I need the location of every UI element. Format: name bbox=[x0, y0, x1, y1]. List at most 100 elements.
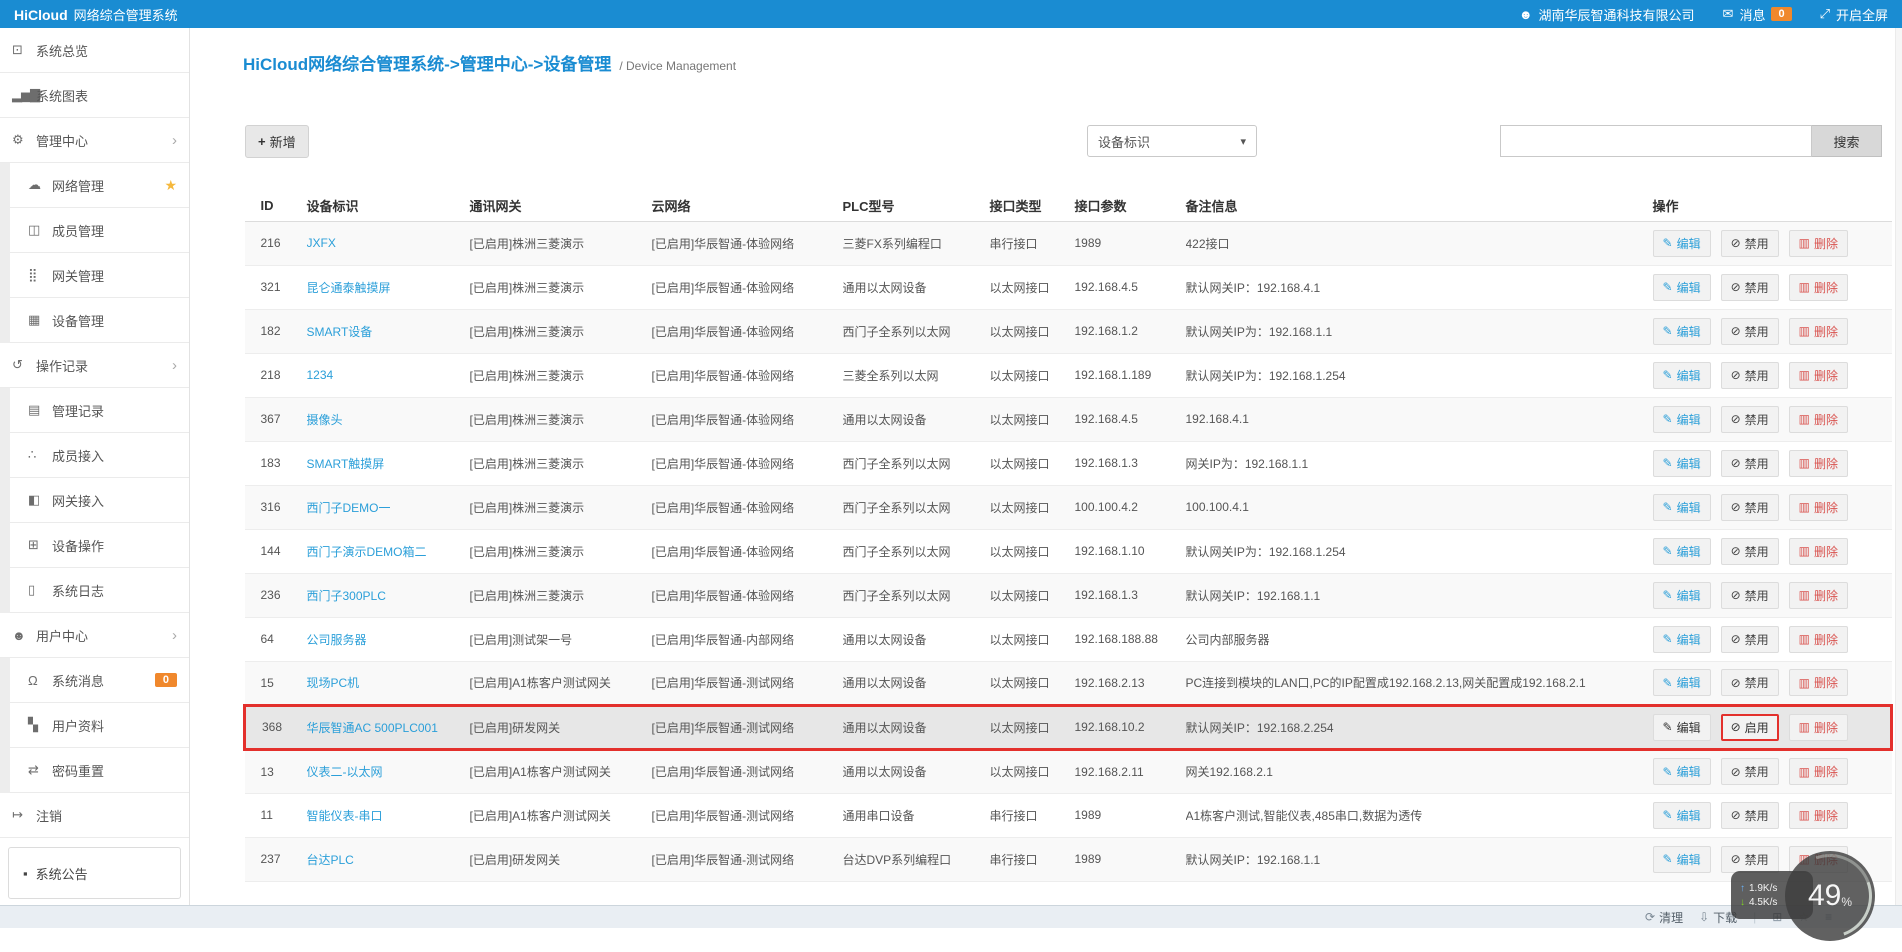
delete-button[interactable]: ▥删除 bbox=[1789, 362, 1848, 389]
device-row-321[interactable]: 321 昆仑通泰触摸屏 [已启用]株洲三菱演示 [已启用]华辰智通-体验网络 通… bbox=[245, 265, 1892, 309]
edit-button[interactable]: ✎编辑 bbox=[1653, 758, 1711, 785]
device-link[interactable]: 1234 bbox=[307, 368, 334, 382]
device-row-11[interactable]: 11 智能仪表-串口 [已启用]A1栋客户测试网关 [已启用]华辰智通-测试网络… bbox=[245, 793, 1892, 837]
sidebar-item-9[interactable]: ∴ 成员接入 bbox=[10, 433, 189, 478]
device-link[interactable]: 现场PC机 bbox=[307, 676, 360, 690]
disable-button[interactable]: ⊘禁用 bbox=[1721, 318, 1779, 345]
disable-button[interactable]: ⊘禁用 bbox=[1721, 538, 1779, 565]
device-row-144[interactable]: 144 西门子演示DEMO箱二 [已启用]株洲三菱演示 [已启用]华辰智通-体验… bbox=[245, 529, 1892, 573]
device-link[interactable]: SMART触摸屏 bbox=[307, 457, 385, 471]
sidebar-item-4[interactable]: ◫ 成员管理 bbox=[10, 208, 189, 253]
edit-button[interactable]: ✎编辑 bbox=[1653, 802, 1711, 829]
device-link[interactable]: 西门子DEMO一 bbox=[307, 501, 391, 515]
enable-button[interactable]: ⊘启用 bbox=[1721, 714, 1779, 741]
device-row-64[interactable]: 64 公司服务器 [已启用]测试架一号 [已启用]华辰智通-内部网络 通用以太网… bbox=[245, 617, 1892, 661]
device-link[interactable]: JXFX bbox=[307, 236, 336, 250]
sidebar-item-10[interactable]: ◧ 网关接入 bbox=[10, 478, 189, 523]
filter-field-select[interactable]: 设备标识 ▾ bbox=[1087, 125, 1257, 157]
disable-button[interactable]: ⊘禁用 bbox=[1721, 582, 1779, 609]
delete-button[interactable]: ▥删除 bbox=[1789, 494, 1848, 521]
edit-button[interactable]: ✎编辑 bbox=[1653, 362, 1711, 389]
sidebar-item-7[interactable]: ↺ 操作记录 › bbox=[0, 343, 189, 388]
clean-button[interactable]: ⟳ 清理 bbox=[1645, 909, 1683, 926]
device-row-316[interactable]: 316 西门子DEMO一 [已启用]株洲三菱演示 [已启用]华辰智通-体验网络 … bbox=[245, 485, 1892, 529]
sidebar-item-16[interactable]: ⇄ 密码重置 bbox=[10, 748, 189, 793]
delete-button[interactable]: ▥删除 bbox=[1789, 318, 1848, 345]
device-link[interactable]: 仪表二-以太网 bbox=[307, 765, 383, 779]
edit-button[interactable]: ✎编辑 bbox=[1653, 406, 1711, 433]
device-link[interactable]: 公司服务器 bbox=[307, 633, 367, 647]
disable-button[interactable]: ⊘禁用 bbox=[1721, 802, 1779, 829]
device-link[interactable]: 昆仑通泰触摸屏 bbox=[307, 281, 391, 295]
edit-button[interactable]: ✎编辑 bbox=[1653, 538, 1711, 565]
sidebar-item-17[interactable]: ↦ 注销 bbox=[0, 793, 189, 838]
fullscreen-button[interactable]: ⤢ 开启全屏 bbox=[1820, 5, 1888, 24]
sidebar-item-0[interactable]: ⊡ 系统总览 bbox=[0, 28, 189, 73]
sidebar-item-8[interactable]: ▤ 管理记录 bbox=[10, 388, 189, 433]
disable-button[interactable]: ⊘禁用 bbox=[1721, 669, 1779, 696]
edit-button[interactable]: ✎编辑 bbox=[1653, 626, 1711, 653]
device-row-216[interactable]: 216 JXFX [已启用]株洲三菱演示 [已启用]华辰智通-体验网络 三菱FX… bbox=[245, 221, 1892, 265]
disable-button[interactable]: ⊘禁用 bbox=[1721, 230, 1779, 257]
delete-button[interactable]: ▥删除 bbox=[1789, 758, 1848, 785]
sidebar-item-15[interactable]: ▚ 用户资料 bbox=[10, 703, 189, 748]
delete-button[interactable]: ▥删除 bbox=[1789, 626, 1848, 653]
device-row-182[interactable]: 182 SMART设备 [已启用]株洲三菱演示 [已启用]华辰智通-体验网络 西… bbox=[245, 309, 1892, 353]
delete-button[interactable]: ▥删除 bbox=[1789, 406, 1848, 433]
sidebar-item-11[interactable]: ⊞ 设备操作 bbox=[10, 523, 189, 568]
delete-button[interactable]: ▥删除 bbox=[1789, 274, 1848, 301]
edit-button[interactable]: ✎编辑 bbox=[1653, 846, 1711, 873]
disable-button[interactable]: ⊘禁用 bbox=[1721, 758, 1779, 785]
device-link[interactable]: 西门子300PLC bbox=[307, 589, 386, 603]
edit-button[interactable]: ✎编辑 bbox=[1653, 494, 1711, 521]
scrollbar-track[interactable] bbox=[1895, 28, 1902, 905]
sidebar-item-6[interactable]: ▦ 设备管理 bbox=[10, 298, 189, 343]
device-row-367[interactable]: 367 摄像头 [已启用]株洲三菱演示 [已启用]华辰智通-体验网络 通用以太网… bbox=[245, 397, 1892, 441]
edit-button[interactable]: ✎编辑 bbox=[1653, 318, 1711, 345]
delete-button[interactable]: ▥删除 bbox=[1789, 714, 1848, 741]
sidebar-item-14[interactable]: Ω 系统消息 0 bbox=[10, 658, 189, 703]
edit-button[interactable]: ✎编辑 bbox=[1653, 450, 1711, 477]
disable-button[interactable]: ⊘禁用 bbox=[1721, 274, 1779, 301]
device-row-218[interactable]: 218 1234 [已启用]株洲三菱演示 [已启用]华辰智通-体验网络 三菱全系… bbox=[245, 353, 1892, 397]
disable-button[interactable]: ⊘禁用 bbox=[1721, 846, 1779, 873]
edit-button[interactable]: ✎编辑 bbox=[1653, 230, 1711, 257]
device-link[interactable]: 智能仪表-串口 bbox=[307, 809, 383, 823]
device-row-368[interactable]: 368 华辰智通AC 500PLC001 [已启用]研发网关 [已启用]华辰智通… bbox=[245, 705, 1892, 749]
search-input[interactable] bbox=[1500, 125, 1812, 157]
sidebar-item-1[interactable]: ▂▅▇ 系统图表 bbox=[0, 73, 189, 118]
disable-button[interactable]: ⊘禁用 bbox=[1721, 362, 1779, 389]
search-button[interactable]: 搜索 bbox=[1812, 125, 1882, 157]
disable-button[interactable]: ⊘禁用 bbox=[1721, 450, 1779, 477]
delete-button[interactable]: ▥删除 bbox=[1789, 538, 1848, 565]
delete-button[interactable]: ▥删除 bbox=[1789, 230, 1848, 257]
device-link[interactable]: SMART设备 bbox=[307, 325, 373, 339]
edit-button[interactable]: ✎编辑 bbox=[1653, 582, 1711, 609]
delete-button[interactable]: ▥删除 bbox=[1789, 802, 1848, 829]
device-link[interactable]: 西门子演示DEMO箱二 bbox=[307, 545, 427, 559]
sidebar-item-announcements[interactable]: ▪ 系统公告 bbox=[8, 847, 181, 899]
sidebar-item-3[interactable]: ☁ 网络管理 ★ bbox=[10, 163, 189, 208]
sidebar-item-12[interactable]: ▯ 系统日志 bbox=[10, 568, 189, 613]
device-row-13[interactable]: 13 仪表二-以太网 [已启用]A1栋客户测试网关 [已启用]华辰智通-测试网络… bbox=[245, 749, 1892, 793]
delete-button[interactable]: ▥删除 bbox=[1789, 450, 1848, 477]
disable-button[interactable]: ⊘禁用 bbox=[1721, 626, 1779, 653]
delete-button[interactable]: ▥删除 bbox=[1789, 669, 1848, 696]
device-link[interactable]: 台达PLC bbox=[307, 853, 354, 867]
device-link[interactable]: 华辰智通AC 500PLC001 bbox=[307, 721, 438, 735]
edit-button[interactable]: ✎编辑 bbox=[1653, 714, 1711, 741]
sidebar-item-2[interactable]: ⚙ 管理中心 › bbox=[0, 118, 189, 163]
device-link[interactable]: 摄像头 bbox=[307, 413, 343, 427]
device-row-15[interactable]: 15 现场PC机 [已启用]A1栋客户测试网关 [已启用]华辰智通-测试网络 通… bbox=[245, 661, 1892, 705]
edit-button[interactable]: ✎编辑 bbox=[1653, 274, 1711, 301]
device-row-237[interactable]: 237 台达PLC [已启用]研发网关 [已启用]华辰智通-测试网络 台达DVP… bbox=[245, 837, 1892, 881]
add-device-button[interactable]: + 新增 bbox=[245, 125, 309, 158]
disable-button[interactable]: ⊘禁用 bbox=[1721, 494, 1779, 521]
edit-button[interactable]: ✎编辑 bbox=[1653, 669, 1711, 696]
disable-button[interactable]: ⊘禁用 bbox=[1721, 406, 1779, 433]
messages-menu[interactable]: ✉ 消息 0 bbox=[1723, 5, 1792, 24]
sidebar-item-5[interactable]: ⣿ 网关管理 bbox=[10, 253, 189, 298]
device-row-236[interactable]: 236 西门子300PLC [已启用]株洲三菱演示 [已启用]华辰智通-体验网络… bbox=[245, 573, 1892, 617]
device-row-183[interactable]: 183 SMART触摸屏 [已启用]株洲三菱演示 [已启用]华辰智通-体验网络 … bbox=[245, 441, 1892, 485]
sidebar-item-13[interactable]: ☻ 用户中心 › bbox=[0, 613, 189, 658]
